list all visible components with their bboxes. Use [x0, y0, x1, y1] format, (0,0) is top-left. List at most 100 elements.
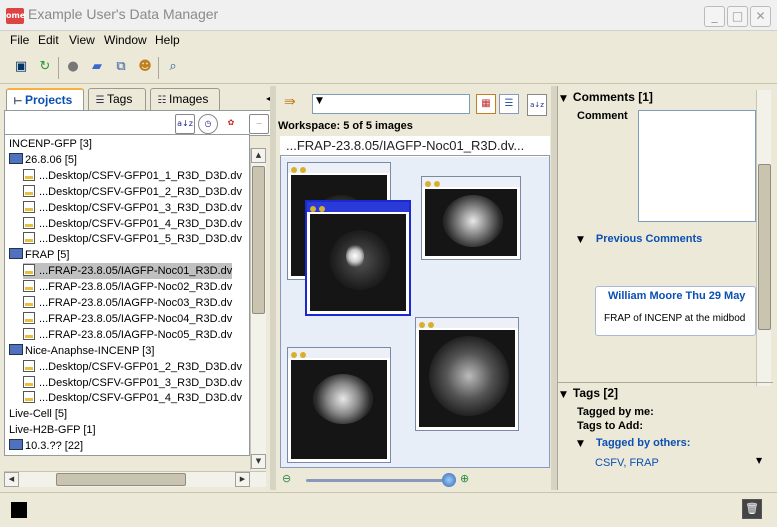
tree-item-image[interactable]: ...FRAP-23.8.05/IAGFP-Noc02_R3D.dv [23, 279, 232, 295]
collapse-icon[interactable]: − [249, 114, 269, 134]
comments-section-header[interactable]: ▼ Comments [1] [560, 90, 653, 104]
image-file-icon [23, 327, 35, 340]
scroll-down-icon[interactable]: ▼ [756, 456, 762, 465]
tab-tags[interactable]: ☰ Tags [88, 88, 146, 110]
thumbnail-view-icon[interactable]: ▦ [476, 94, 496, 114]
tab-projects[interactable]: ⊢ Projects [6, 88, 84, 110]
image-thumbnail[interactable] [287, 347, 391, 463]
tree-item-image[interactable]: ...Desktop/CSFV-GFP01_4_R3D_D3D.dv [23, 390, 242, 406]
tree-item-image[interactable]: ...FRAP-23.8.05/IAGFP-Noc01_R3D.dv [23, 263, 233, 280]
scroll-thumb[interactable] [758, 164, 771, 330]
zoom-slider[interactable] [306, 479, 456, 482]
menu-view[interactable]: View [69, 33, 95, 47]
search-icon[interactable]: ⌕ [162, 57, 184, 77]
tree-item-dataset[interactable]: FRAP [5] [9, 247, 69, 263]
image-file-icon [23, 296, 35, 308]
tree-item-image[interactable]: ...FRAP-23.8.05/IAGFP-Noc05_R3D.dv [23, 327, 232, 343]
scroll-left-icon[interactable]: ◀ [4, 472, 19, 487]
tree-item-label: 10.3.?? [22] [25, 440, 84, 453]
minimize-button[interactable]: _ [704, 6, 725, 27]
image-file-icon [23, 184, 35, 197]
users-icon[interactable]: ☻ [134, 57, 156, 77]
tree-item-dataset[interactable]: 10.3.?? [22] [9, 438, 83, 454]
sort-alpha-icon[interactable]: a↓z [175, 114, 195, 134]
menu-help[interactable]: Help [155, 33, 180, 47]
tree-item-project[interactable]: Live-H2B-GFP [1] [9, 422, 96, 438]
list-view-icon[interactable]: ☰ [499, 94, 519, 114]
comment-textarea[interactable] [638, 110, 756, 222]
tree-item-image[interactable]: ...Desktop/CSFV-GFP01_5_R3D_D3D.dv [23, 231, 242, 247]
tree-item-label: ...FRAP-23.8.05/IAGFP-Noc03_R3D.dv [39, 297, 233, 309]
tag-list-link[interactable]: CSFV, FRAP [595, 457, 659, 469]
folder-open-icon[interactable]: ▰ [86, 57, 108, 77]
zoom-slider-knob[interactable] [442, 473, 456, 487]
menu-file[interactable]: File [10, 33, 29, 47]
h-scroll-thumb[interactable] [56, 473, 186, 486]
collapse-triangle-icon: ▼ [560, 94, 567, 104]
tree-item-label: Nice-Anaphse-INCENP [3] [25, 344, 155, 357]
trash-icon[interactable]: 🗑 [742, 499, 762, 519]
refresh-icon[interactable]: ↻ [34, 57, 56, 77]
status-bar: 🗑 [0, 492, 777, 527]
image-file-icon [23, 216, 35, 229]
filter-icon[interactable]: ✿ [221, 114, 241, 134]
comment-label: Comment [577, 110, 628, 122]
image-thumbnail[interactable] [415, 317, 519, 431]
tree-item-image[interactable]: ...Desktop/CSFV-GFP01_3_R3D_D3D.dv [23, 200, 242, 216]
import-arrow-icon[interactable]: ⇛ [284, 94, 296, 110]
image-file-icon [23, 359, 35, 372]
image-file-icon [23, 168, 35, 181]
tree-item-image[interactable]: ...Desktop/CSFV-GFP01_2_R3D_D3D.dv [23, 359, 242, 375]
menu-edit[interactable]: Edit [38, 33, 59, 47]
zoom-in-icon[interactable]: ⊕ [460, 472, 469, 485]
scroll-thumb[interactable] [252, 166, 265, 314]
clock-icon[interactable]: ◷ [198, 114, 218, 134]
group-icon[interactable]: ● [62, 57, 84, 77]
previous-comments-header[interactable]: ▼ Previous Comments [577, 232, 702, 245]
thumbnail-image [425, 189, 517, 256]
tags-section-header[interactable]: ▼ Tags [2] [560, 386, 618, 400]
workspace-combo[interactable] [312, 94, 470, 114]
zoom-out-icon[interactable]: ⊖ [282, 472, 291, 485]
main-toolbar: ▣ ↻ ● ▰ ⧉ ☻ ⌕ [0, 51, 777, 84]
previous-comment-item: William Moore Thu 29 May FRAP of INCENP … [595, 286, 756, 336]
menu-window[interactable]: Window [104, 33, 147, 47]
tree-item-image[interactable]: ...scram-siRNAi/scram1_01_R3D.dv [23, 454, 216, 455]
tree-vertical-scrollbar[interactable]: ▲ ▼ [250, 148, 266, 470]
tree-horizontal-scrollbar[interactable]: ◀ ▶ [4, 471, 266, 487]
tree-item-image[interactable]: ...FRAP-23.8.05/IAGFP-Noc04_R3D.dv [23, 311, 232, 327]
tree-item-project[interactable]: INCENP-GFP [3] [9, 136, 92, 152]
chevron-down-icon[interactable]: ▼ [316, 96, 323, 106]
maximize-button[interactable]: □ [727, 6, 748, 27]
tagged-by-others-header[interactable]: ▼ Tagged by others: [577, 436, 690, 449]
tags-icon: ☰ [95, 95, 105, 106]
tree-item-image[interactable]: ...Desktop/CSFV-GFP01_4_R3D_D3D.dv [23, 216, 242, 232]
collapse-triangle-icon: ▼ [577, 439, 584, 449]
tree-item-image[interactable]: ...Desktop/CSFV-GFP01_2_R3D_D3D.dv [23, 184, 242, 200]
tags-title: Tags [2] [572, 386, 619, 400]
tree-item-project[interactable]: Live-Cell [5] [9, 406, 67, 422]
tree-item-image[interactable]: ...Desktop/CSFV-GFP01_3_R3D_D3D.dv [23, 375, 242, 391]
projects-icon: ⊢ [13, 96, 23, 107]
tree-item-label: ...Desktop/CSFV-GFP01_2_R3D_D3D.dv [39, 360, 242, 373]
scroll-up-icon[interactable]: ▲ [251, 148, 266, 163]
annotation-scrollbar[interactable] [756, 90, 771, 386]
import-icon[interactable]: ⧉ [110, 57, 132, 77]
tree-item-dataset[interactable]: 26.8.06 [5] [9, 152, 77, 168]
monitor-icon[interactable]: ▣ [10, 57, 32, 77]
dataset-folder-icon [9, 343, 23, 355]
tree-item-dataset[interactable]: Nice-Anaphse-INCENP [3] [9, 343, 154, 359]
close-button[interactable]: ✕ [750, 6, 771, 27]
tree-item-image[interactable]: ...FRAP-23.8.05/IAGFP-Noc03_R3D.dv [23, 295, 232, 311]
image-thumbnail[interactable] [421, 176, 521, 260]
comments-title: Comments [1] [572, 90, 653, 104]
zoom-bar: ⊖ ⊕ [280, 471, 550, 489]
image-thumbnail-selected[interactable] [305, 200, 411, 316]
tab-images[interactable]: ☷ Images [150, 88, 220, 110]
tree-item-label: ...Desktop/CSFV-GFP01_4_R3D_D3D.dv [39, 392, 242, 405]
sort-alpha-icon[interactable]: a↓z [527, 94, 547, 116]
dataset-folder-icon [9, 248, 23, 260]
tree-item-image[interactable]: ...Desktop/CSFV-GFP01_1_R3D_D3D.dv [23, 168, 242, 184]
scroll-down-icon[interactable]: ▼ [251, 454, 266, 469]
scroll-right-icon[interactable]: ▶ [235, 472, 250, 487]
